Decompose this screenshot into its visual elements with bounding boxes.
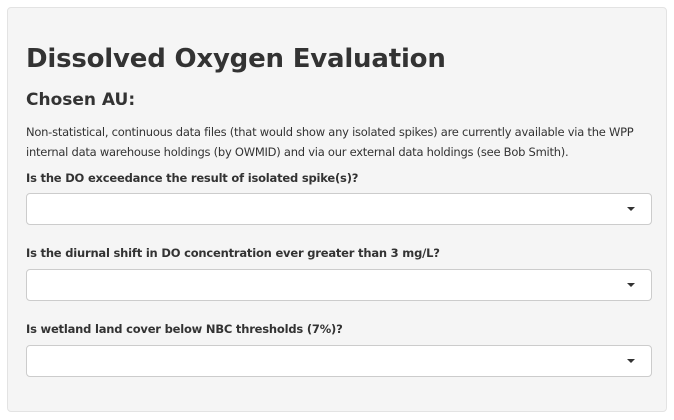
isolated-spikes-select[interactable] [26,193,652,225]
question-diurnal-shift-label: Is the diurnal shift in DO concentration… [26,246,440,260]
chosen-au-heading: Chosen AU: [26,90,136,110]
page-title: Dissolved Oxygen Evaluation [26,44,446,74]
caret-down-icon [627,207,635,211]
caret-down-icon [627,283,635,287]
data-availability-note: Non-statistical, continuous data files (… [26,125,634,159]
evaluation-panel: Dissolved Oxygen Evaluation Chosen AU: N… [7,7,667,412]
question-wetland-cover-label: Is wetland land cover below NBC threshol… [26,322,343,336]
wetland-cover-select[interactable] [26,345,652,377]
question-isolated-spikes-label: Is the DO exceedance the result of isola… [26,171,359,185]
diurnal-shift-select[interactable] [26,269,652,301]
caret-down-icon [627,359,635,363]
